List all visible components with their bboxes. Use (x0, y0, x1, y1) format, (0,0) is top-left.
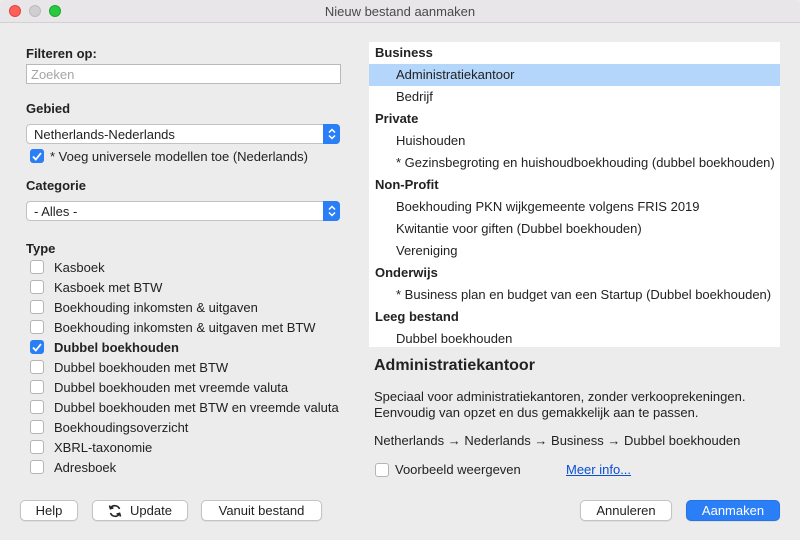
preview-checkbox[interactable] (375, 462, 389, 477)
type-option[interactable]: Kasboek (30, 259, 105, 275)
update-button[interactable]: Update (92, 500, 188, 521)
type-option[interactable]: Dubbel boekhouden (30, 339, 179, 355)
type-option-label: Boekhouding inkomsten & uitgaven (54, 299, 258, 315)
refresh-icon (108, 504, 122, 517)
type-option-label: Dubbel boekhouden (54, 339, 179, 355)
titlebar: Nieuw bestand aanmaken (0, 0, 800, 23)
template-group-header[interactable]: Onderwijs (369, 262, 780, 284)
type-option-checkbox[interactable] (30, 320, 44, 334)
template-group-header[interactable]: Private (369, 108, 780, 130)
template-item[interactable]: * Business plan en budget van een Startu… (369, 284, 780, 306)
type-option-checkbox[interactable] (30, 440, 44, 454)
preview-row[interactable]: Voorbeeld weergeven (375, 462, 521, 477)
type-option-checkbox[interactable] (30, 380, 44, 394)
type-option-checkbox[interactable] (30, 360, 44, 374)
type-option-label: Kasboek (54, 259, 105, 275)
create-button[interactable]: Aanmaken (686, 500, 780, 521)
template-item[interactable]: Huishouden (369, 130, 780, 152)
type-list[interactable]: Kasboek Kasboek met BTW Boekhouding inkoms… (26, 259, 342, 485)
type-option[interactable]: Dubbel boekhouden met BTW (30, 359, 228, 375)
universal-models-label: * Voeg universele modellen toe (Nederlan… (50, 148, 308, 164)
category-label: Categorie (26, 178, 86, 193)
search-input[interactable] (26, 64, 341, 84)
checkmark-icon (32, 342, 42, 352)
template-list[interactable]: Business Administratiekantoor Bedrijf Priva… (369, 42, 780, 347)
window-title: Nieuw bestand aanmaken (324, 3, 476, 19)
type-label: Type (26, 241, 56, 256)
detail-path: Netherlands → Nederlands → Business → Du… (374, 433, 741, 448)
type-option-checkbox[interactable] (30, 460, 44, 474)
type-option-checkbox[interactable] (30, 300, 44, 314)
template-item[interactable]: Dubbel boekhouden (369, 328, 780, 347)
type-option[interactable]: XBRL-taxonomie (30, 439, 152, 455)
universal-models-row[interactable]: * Voeg universele modellen toe (Nederlan… (30, 148, 308, 164)
template-group-header[interactable]: Non-Profit (369, 174, 780, 196)
type-option-checkbox[interactable] (30, 400, 44, 414)
template-item[interactable]: Administratiekantoor (369, 64, 780, 86)
type-option-checkbox[interactable] (30, 340, 44, 354)
type-option-label: Boekhouding inkomsten & uitgaven met BTW (54, 319, 316, 335)
type-option-checkbox[interactable] (30, 420, 44, 434)
help-button[interactable]: Help (20, 500, 78, 521)
type-option[interactable]: Adresboek (30, 459, 116, 475)
template-item[interactable]: Kwitantie voor giften (Dubbel boekhouden… (369, 218, 780, 240)
detail-title: Administratiekantoor (374, 357, 535, 374)
template-item[interactable]: * Gezinsbegroting en huishoudboekhouding… (369, 152, 780, 174)
type-option[interactable]: Boekhoudingsoverzicht (30, 419, 188, 435)
type-option-label: Dubbel boekhouden met vreemde valuta (54, 379, 289, 395)
type-option[interactable]: Kasboek met BTW (30, 279, 162, 295)
update-button-label: Update (130, 503, 172, 518)
minimize-window-button[interactable] (29, 5, 41, 17)
detail-description-line: Eenvoudig van opzet en dus gemakkelijk a… (374, 405, 699, 420)
select-stepper-icon (323, 201, 340, 221)
type-option[interactable]: Dubbel boekhouden met BTW en vreemde val… (30, 399, 339, 415)
universal-models-checkbox[interactable] (30, 149, 44, 163)
region-select-value: Netherlands-Nederlands (34, 126, 175, 142)
region-label: Gebied (26, 101, 71, 116)
type-option-label: Dubbel boekhouden met BTW en vreemde val… (54, 399, 339, 415)
select-stepper-icon (323, 124, 340, 144)
new-file-dialog: Nieuw bestand aanmaken Filteren op: Gebi… (0, 0, 800, 540)
zoom-window-button[interactable] (49, 5, 61, 17)
type-option[interactable]: Boekhouding inkomsten & uitgaven (30, 299, 258, 315)
cancel-button[interactable]: Annuleren (580, 500, 672, 521)
type-option-label: Kasboek met BTW (54, 279, 163, 295)
type-option-checkbox[interactable] (30, 280, 44, 294)
close-window-button[interactable] (9, 5, 21, 17)
more-info-link[interactable]: Meer info... (566, 462, 631, 477)
region-select[interactable]: Netherlands-Nederlands (26, 124, 340, 144)
category-select-value: - Alles - (34, 203, 78, 219)
type-option-label: XBRL-taxonomie (54, 439, 153, 455)
type-option[interactable]: Dubbel boekhouden met vreemde valuta (30, 379, 288, 395)
detail-description-line: Speciaal voor administratiekantoren, zon… (374, 389, 746, 404)
filter-label: Filteren op: (26, 46, 97, 61)
template-group-header[interactable]: Leeg bestand (369, 306, 780, 328)
category-select[interactable]: - Alles - (26, 201, 340, 221)
template-item[interactable]: Boekhouding PKN wijkgemeente volgens FRI… (369, 196, 780, 218)
type-option-label: Dubbel boekhouden met BTW (54, 359, 229, 375)
window-controls (9, 5, 61, 17)
type-option-checkbox[interactable] (30, 260, 44, 274)
preview-label: Voorbeeld weergeven (395, 462, 521, 477)
type-option-label: Boekhoudingsoverzicht (54, 419, 189, 435)
type-option-label: Adresboek (54, 459, 117, 475)
template-group-header[interactable]: Business (369, 42, 780, 64)
template-item[interactable]: Bedrijf (369, 86, 780, 108)
template-item[interactable]: Vereniging (369, 240, 780, 262)
from-file-button[interactable]: Vanuit bestand (201, 500, 322, 521)
type-option[interactable]: Boekhouding inkomsten & uitgaven met BTW (30, 319, 316, 335)
checkmark-icon (32, 151, 42, 161)
detail-description: Speciaal voor administratiekantoren, zon… (374, 389, 784, 421)
